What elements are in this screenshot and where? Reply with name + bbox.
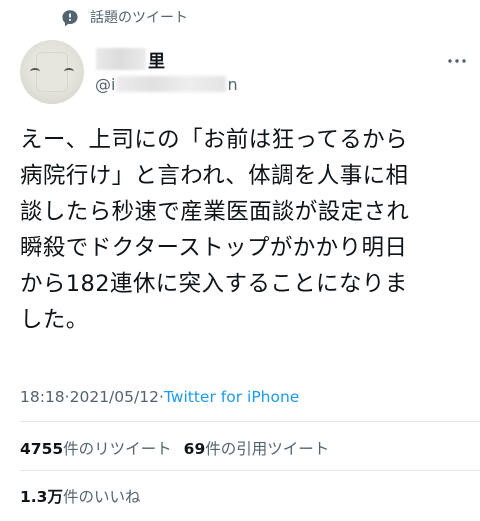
more-options-icon[interactable] (446, 50, 468, 72)
avatar[interactable] (20, 40, 84, 104)
divider (20, 421, 480, 422)
avatar-eye-left (30, 68, 40, 75)
handle-start: @i (95, 74, 116, 94)
tweet-metadata: 18:18 · 2021/05/12 · Twitter for iPhone (20, 386, 299, 408)
engagement-stats: 4755件のリツイート 69件の引用ツイート (20, 436, 329, 460)
likes-stat[interactable]: 1.3万 件のいいね (20, 484, 140, 508)
redacted-handle-blur (116, 76, 227, 92)
chat-bubble-icon (62, 10, 78, 27)
likes-count: 1.3万 (20, 488, 63, 506)
tweet-text: えー、上司にの「お前は狂ってるから 病院行け」と言われ、体調を人事に相 談したら… (20, 127, 410, 333)
author-name-visible: 里 (148, 51, 165, 72)
author-display-name[interactable]: 里 (96, 46, 165, 72)
retweets-label: 件のリツイート (63, 440, 172, 458)
author-handle[interactable]: @i n (95, 72, 238, 96)
quotes-count: 69 (183, 440, 206, 458)
retweets-stat[interactable]: 4755件のリツイート (20, 437, 172, 459)
divider (20, 470, 480, 471)
topic-label: 話題のツイート (90, 10, 188, 26)
handle-end: n (227, 74, 238, 94)
tweet-time[interactable]: 18:18 (20, 388, 65, 406)
quotes-stat[interactable]: 69件の引用ツイート (184, 437, 330, 459)
avatar-eye-right (64, 68, 74, 75)
likes-label: 件のいいね (62, 488, 141, 506)
quotes-label: 件の引用ツイート (205, 440, 330, 458)
tweet-date[interactable]: 2021/05/12 (70, 388, 159, 406)
redacted-name-blur (96, 48, 146, 70)
tweet-source-link[interactable]: Twitter for iPhone (164, 388, 299, 406)
retweets-count: 4755 (20, 440, 64, 458)
